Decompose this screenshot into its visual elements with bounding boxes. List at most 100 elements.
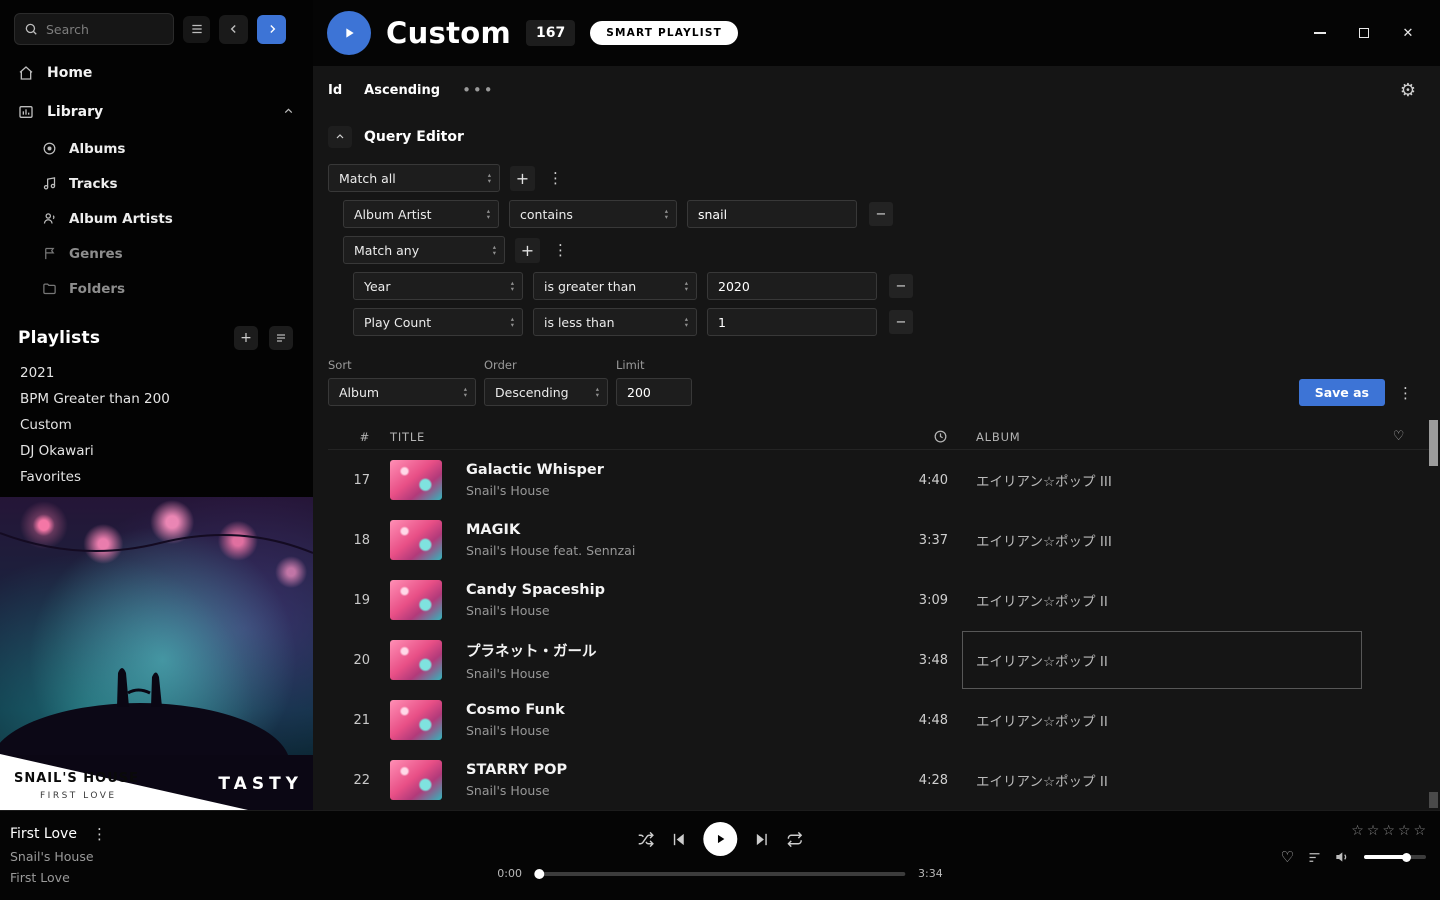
- sort-direction-button[interactable]: Ascending: [364, 83, 440, 98]
- add-rule-button[interactable]: +: [515, 238, 540, 263]
- header-duration[interactable]: [886, 429, 976, 444]
- header-favorite[interactable]: ♡: [1376, 429, 1422, 444]
- sort-select[interactable]: Album ▴▾: [328, 378, 476, 406]
- back-button[interactable]: [219, 15, 248, 44]
- favorite-button[interactable]: ♡: [1281, 848, 1294, 866]
- queue-button[interactable]: [1307, 850, 1322, 865]
- order-select[interactable]: Descending ▴▾: [484, 378, 608, 406]
- search-input[interactable]: [46, 22, 164, 37]
- collapse-query-editor-button[interactable]: [328, 126, 352, 148]
- rule-field-select[interactable]: Album Artist ▴▾: [343, 200, 499, 228]
- volume-button[interactable]: [1335, 849, 1351, 865]
- volume-handle[interactable]: [1402, 853, 1411, 862]
- track-album[interactable]: エイリアン☆ポップ III: [976, 510, 1376, 570]
- rule-value-input[interactable]: [707, 308, 877, 336]
- table-row[interactable]: 20 プラネット・ガール Snail's House 3:48 エイリアン☆ポッ…: [328, 630, 1430, 690]
- playlist-item[interactable]: 2021: [0, 360, 313, 386]
- sidebar: Home Library Albums: [0, 0, 313, 810]
- settings-icon[interactable]: ⚙: [1400, 80, 1430, 101]
- now-playing-options-button[interactable]: ⋮: [89, 825, 110, 843]
- limit-input[interactable]: [616, 378, 692, 406]
- add-playlist-button[interactable]: +: [234, 326, 258, 350]
- group-options-button[interactable]: ⋮: [550, 241, 571, 259]
- sidebar-item-tracks[interactable]: Tracks: [0, 166, 313, 201]
- repeat-button[interactable]: [786, 831, 803, 848]
- track-album[interactable]: エイリアン☆ポップ III: [976, 450, 1376, 510]
- seek-handle[interactable]: [534, 869, 544, 879]
- sidebar-item-album-artists[interactable]: Album Artists: [0, 201, 313, 236]
- playlist-options-button[interactable]: [269, 326, 293, 350]
- rule-value-input[interactable]: [687, 200, 857, 228]
- volume-fill: [1364, 855, 1406, 859]
- forward-button[interactable]: [257, 15, 286, 44]
- now-playing-artwork[interactable]: SNAIL'S HOUSE FIRST LOVE TASTY: [0, 497, 313, 810]
- playlist-item[interactable]: Custom: [0, 412, 313, 438]
- play-pause-button[interactable]: [703, 822, 737, 856]
- table-row[interactable]: 22 STARRY POP Snail's House 4:28 エイリアン☆ポ…: [328, 750, 1430, 810]
- rule-value-input[interactable]: [707, 272, 877, 300]
- sidebar-item-home[interactable]: Home: [0, 53, 313, 92]
- add-rule-button[interactable]: +: [510, 166, 535, 191]
- sidebar-item-albums[interactable]: Albums: [0, 131, 313, 166]
- star-icon[interactable]: ☆: [1413, 823, 1426, 839]
- star-icon[interactable]: ☆: [1367, 823, 1380, 839]
- menu-button[interactable]: [183, 16, 210, 43]
- save-as-button[interactable]: Save as: [1299, 379, 1385, 406]
- rating-stars[interactable]: ☆☆☆☆☆: [1351, 823, 1426, 839]
- rule-operator-select[interactable]: contains ▴▾: [509, 200, 677, 228]
- header-index[interactable]: #: [328, 430, 384, 444]
- shuffle-button[interactable]: [637, 831, 654, 848]
- artwork-illustration: [0, 497, 313, 810]
- playlist-item[interactable]: DJ Okawari: [0, 438, 313, 464]
- table-row[interactable]: 17 Galactic Whisper Snail's House 4:40 エ…: [328, 450, 1430, 510]
- sidebar-item-library[interactable]: Library: [0, 92, 313, 131]
- more-horizontal-icon[interactable]: •••: [462, 81, 495, 99]
- sidebar-item-genres[interactable]: Genres: [0, 236, 313, 271]
- save-options-button[interactable]: ⋮: [1395, 384, 1416, 402]
- remove-rule-button[interactable]: −: [869, 202, 893, 226]
- seek-slider[interactable]: [535, 872, 905, 876]
- previous-button[interactable]: [670, 831, 687, 848]
- playlist-item[interactable]: Favorites: [0, 464, 313, 490]
- track-album[interactable]: エイリアン☆ポップ II: [976, 690, 1376, 750]
- table-row[interactable]: 19 Candy Spaceship Snail's House 3:09 エイ…: [328, 570, 1430, 630]
- table-row[interactable]: 21 Cosmo Funk Snail's House 4:48 エイリアン☆ポ…: [328, 690, 1430, 750]
- playlist-item[interactable]: BPM Greater than 200: [0, 386, 313, 412]
- star-icon[interactable]: ☆: [1398, 823, 1411, 839]
- star-icon[interactable]: ☆: [1382, 823, 1395, 839]
- total-time: 3:34: [918, 867, 943, 880]
- scrollbar-thumb[interactable]: [1429, 420, 1438, 466]
- sidebar-item-folders[interactable]: Folders: [0, 271, 313, 306]
- rule-operator-select[interactable]: is less than ▴▾: [533, 308, 697, 336]
- header-album[interactable]: ALBUM: [976, 430, 1376, 444]
- next-button[interactable]: [753, 831, 770, 848]
- match-mode-select[interactable]: Match all ▴▾: [328, 164, 500, 192]
- rule-operator-select[interactable]: is greater than ▴▾: [533, 272, 697, 300]
- album-art-thumbnail: [390, 760, 442, 800]
- volume-slider[interactable]: [1364, 855, 1426, 859]
- rule-field-select[interactable]: Year ▴▾: [353, 272, 523, 300]
- table-row[interactable]: 18 MAGIK Snail's House feat. Sennzai 3:3…: [328, 510, 1430, 570]
- play-playlist-button[interactable]: [327, 11, 371, 55]
- sort-field-button[interactable]: Id: [328, 83, 342, 98]
- header-title[interactable]: TITLE: [384, 430, 886, 444]
- track-number: 19: [328, 593, 384, 608]
- select-value: Match all: [339, 171, 396, 186]
- remove-rule-button[interactable]: −: [889, 310, 913, 334]
- track-album[interactable]: エイリアン☆ポップ II: [976, 570, 1376, 630]
- star-icon[interactable]: ☆: [1351, 823, 1364, 839]
- chevron-up-icon[interactable]: [282, 105, 295, 118]
- remove-rule-button[interactable]: −: [889, 274, 913, 298]
- rule-field-select[interactable]: Play Count ▴▾: [353, 308, 523, 336]
- match-mode-select[interactable]: Match any ▴▾: [343, 236, 505, 264]
- select-value: Match any: [354, 243, 419, 258]
- track-album[interactable]: エイリアン☆ポップ II: [976, 750, 1376, 810]
- playlists-title: Playlists: [18, 328, 100, 348]
- minimize-button[interactable]: [1312, 25, 1328, 41]
- close-button[interactable]: ✕: [1400, 25, 1416, 41]
- sidebar-nav: Home Library Albums: [0, 53, 313, 306]
- search-box[interactable]: [14, 13, 174, 45]
- maximize-button[interactable]: [1356, 25, 1372, 41]
- group-options-button[interactable]: ⋮: [545, 169, 566, 187]
- track-album[interactable]: エイリアン☆ポップ II: [962, 631, 1362, 689]
